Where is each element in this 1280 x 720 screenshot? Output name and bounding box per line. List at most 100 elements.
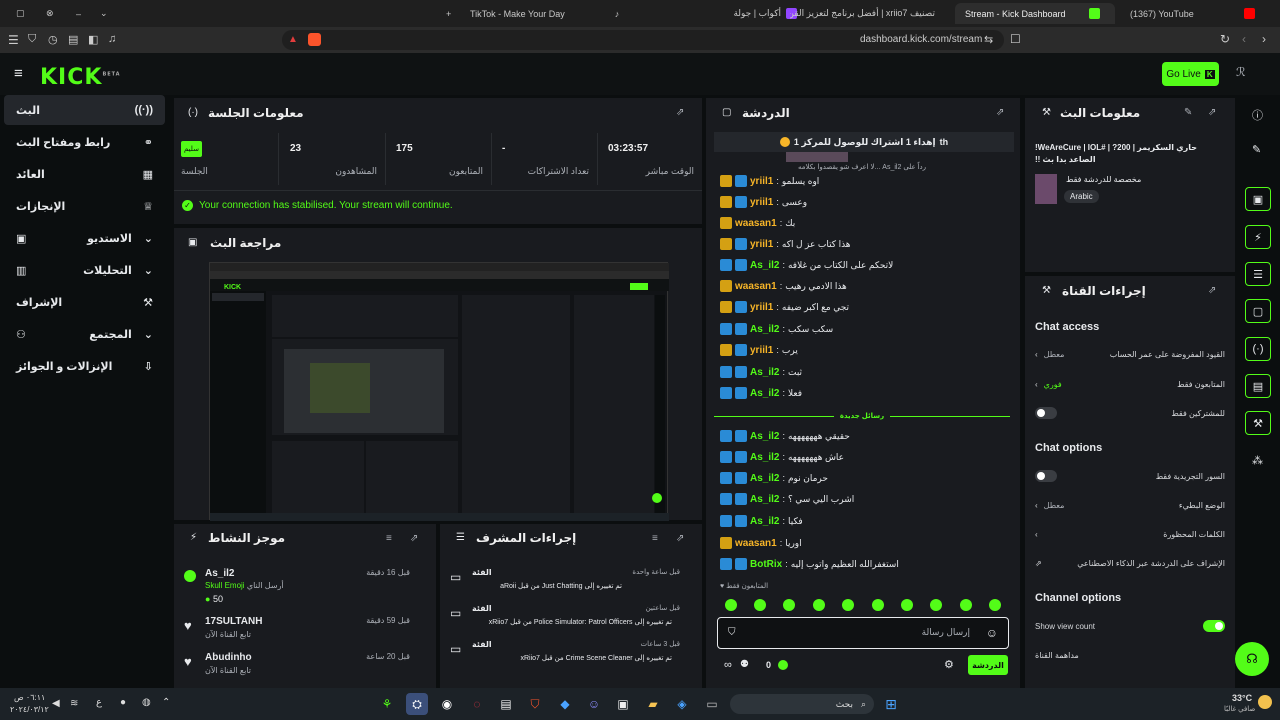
popout-icon[interactable]: ⇗ [410, 533, 418, 544]
speaker-icon[interactable]: ◀ [52, 698, 60, 709]
shortcuts-icon[interactable]: ⁂ [1252, 454, 1263, 467]
microphone-icon[interactable]: ● [120, 697, 126, 708]
brave-shields-icon[interactable] [308, 33, 321, 46]
tab-youtube[interactable]: (1367) YouTube [1120, 3, 1270, 24]
chat-username[interactable]: As_il2 [750, 324, 779, 335]
emote-icon[interactable] [724, 599, 737, 611]
emote-icon[interactable] [812, 599, 825, 611]
emote-icon[interactable] [754, 599, 767, 611]
chat-input[interactable]: ⛉ إرسال رسالة ☺ [717, 617, 1009, 649]
tab-list-chevron-icon[interactable]: ⌄ [90, 3, 118, 24]
send-chat-button[interactable]: الدردشة [968, 655, 1008, 675]
hamburger-icon[interactable]: ≡ [14, 65, 23, 82]
taskbar-app-icon[interactable]: ▭ [701, 693, 723, 715]
taskbar-app-icon[interactable]: ⚘ [376, 693, 398, 715]
tab-tiktok[interactable]: TikTok - Make Your Day ♪ [460, 3, 620, 24]
chat-message[interactable]: waasan1: هذا الادمي رهيب [720, 277, 1010, 295]
emote-icon[interactable] [901, 599, 914, 611]
stream-preview-video[interactable]: KICK [209, 262, 669, 521]
setting-followers-only[interactable]: المتابعون فقط فوري › [1035, 374, 1225, 394]
chat-message[interactable]: As_il2: اشرب اليي سي ؟ [720, 490, 1010, 508]
music-icon[interactable]: ♫ [108, 33, 116, 45]
wifi-icon[interactable]: ≋ [70, 698, 78, 709]
chat-username[interactable]: As_il2 [750, 452, 779, 463]
users-icon[interactable]: ⚉ [740, 659, 749, 670]
chat-username[interactable]: As_il2 [750, 388, 779, 399]
infinity-icon[interactable]: ∞ [724, 659, 732, 671]
popout-icon[interactable]: ⇗ [1208, 107, 1216, 118]
taskbar-app-icon[interactable]: ◈ [671, 693, 693, 715]
emote-icon[interactable] [842, 599, 855, 611]
chat-message[interactable]: yriil1: يرب [720, 341, 1010, 359]
emote-icon[interactable] [930, 599, 943, 611]
chat-message[interactable]: As_il2: ثبت [720, 363, 1010, 381]
shield-icon[interactable]: ⛉ [728, 627, 736, 638]
kick-logo[interactable]: KICKBETA [40, 65, 121, 90]
site-settings-icon[interactable]: ⇆ [984, 33, 993, 46]
chat-username[interactable]: yriil1 [750, 345, 773, 356]
chat-message[interactable]: BotRix: استغفرالله العظيم واتوب إليه [720, 555, 1010, 573]
sidebar-item-revenue[interactable]: ▦ العائد [4, 159, 165, 189]
user-menu-icon[interactable]: ℛ [1236, 65, 1246, 79]
emote-icon[interactable] [989, 599, 1002, 611]
taskbar-app-icon[interactable]: ◆ [554, 693, 576, 715]
taskbar-app-icon[interactable]: ◌ [466, 693, 488, 715]
widget-button-modlog[interactable]: ☰ [1245, 262, 1271, 286]
popout-icon[interactable]: ⇗ [996, 107, 1004, 118]
setting-ai-moderation[interactable]: الإشراف على الدردشة عبر الذكاء الاصطناعي… [1035, 553, 1225, 573]
shield-icon[interactable]: ⛉ [28, 33, 36, 46]
widget-button-session[interactable]: (·) [1245, 337, 1271, 361]
emote-icon[interactable] [959, 599, 972, 611]
chat-message[interactable]: As_il2: حرمان نوم [720, 469, 1010, 487]
taskbar-explorer-icon[interactable]: ▰ [642, 693, 664, 715]
chat-username[interactable]: As_il2 [750, 260, 779, 271]
taskbar-obs-icon[interactable]: ◉ [436, 693, 458, 715]
setting-slow-mode[interactable]: الوضع البطيء معطل › [1035, 495, 1225, 515]
chat-username[interactable]: As_il2 [750, 494, 779, 505]
sidebar-item-studio[interactable]: ⌄ الاستديو ▣ [4, 223, 165, 253]
history-icon[interactable]: ◷ [48, 33, 58, 46]
emote-icon[interactable] [783, 599, 796, 611]
tab-rank[interactable]: تصنيف xriio7 | أفضل برنامج لتعزيز القن..… [790, 3, 955, 24]
chat-username[interactable]: As_il2 [750, 431, 779, 442]
sidebar-item-drops[interactable]: ⇩ الإنزالات و الجوائز [4, 351, 165, 381]
popout-icon[interactable]: ⇗ [676, 533, 684, 544]
chat-message[interactable]: As_il2: عاش هههههههه [720, 448, 1010, 466]
sidebar-toggle-icon[interactable]: ◧ [88, 33, 98, 46]
chat-message[interactable]: As_il2: سكب سكب [720, 320, 1010, 338]
popout-icon[interactable]: ⇗ [1208, 285, 1216, 296]
chat-message[interactable]: As_il2: فعلا [720, 384, 1010, 402]
chat-username[interactable]: waasan1 [735, 538, 777, 549]
chat-message[interactable]: As_il2: حقيقي هههههههه [720, 427, 1010, 445]
chat-message[interactable]: As_il2: لاتحكم على الكتاب من غلافه [720, 256, 1010, 274]
info-icon[interactable]: ⓘ [1252, 107, 1263, 123]
setting-show-view-count[interactable]: Show view count [1035, 616, 1225, 636]
setting-raid-channel[interactable]: مداهمة القناة [1035, 645, 1225, 665]
show-view-count-toggle[interactable] [1203, 620, 1225, 632]
sidebar-item-stream[interactable]: ((·)) البث [4, 95, 165, 125]
widget-button-chat[interactable]: ▢ [1245, 299, 1271, 323]
gear-icon[interactable]: ⚙ [944, 658, 954, 671]
tab-kick-dashboard[interactable]: Stream - Kick Dashboard [955, 3, 1115, 24]
chat-message[interactable]: waasan1: اوريا [720, 534, 1010, 552]
setting-banned-words[interactable]: الكلمات المحظورة › [1035, 524, 1225, 544]
tab-cup[interactable]: أكواب | جولة [632, 3, 812, 24]
taskbar-brave-icon[interactable]: ⛉ [524, 693, 546, 715]
chat-message[interactable]: waasan1: بك [720, 214, 1010, 232]
widget-button-streaminfo[interactable]: ▤ [1245, 374, 1271, 398]
chat-username[interactable]: waasan1 [735, 218, 777, 229]
language-indicator[interactable]: ع [96, 697, 102, 708]
tray-chevron-icon[interactable]: ⌃ [162, 697, 170, 708]
taskbar-app-icon[interactable]: ▤ [495, 693, 517, 715]
emoji-icon[interactable]: ☺ [986, 626, 998, 640]
support-button[interactable]: ☊ [1235, 642, 1269, 676]
chat-message[interactable]: yriil1: تجي مع اكبر ضيفه [720, 298, 1010, 316]
widget-button-preview[interactable]: ▣ [1245, 187, 1271, 211]
reload-icon[interactable]: ↻ [1220, 32, 1230, 46]
sidebar-item-analytics[interactable]: ⌄ التحليلات ▥ [4, 255, 165, 285]
menu-icon[interactable]: ☰ [8, 33, 19, 47]
taskbar-discord-icon[interactable]: ☺ [583, 693, 605, 715]
chat-message[interactable]: As_il2: فكيا [720, 512, 1010, 530]
taskbar-store-icon[interactable]: ▣ [612, 693, 634, 715]
chat-username[interactable]: As_il2 [750, 473, 779, 484]
